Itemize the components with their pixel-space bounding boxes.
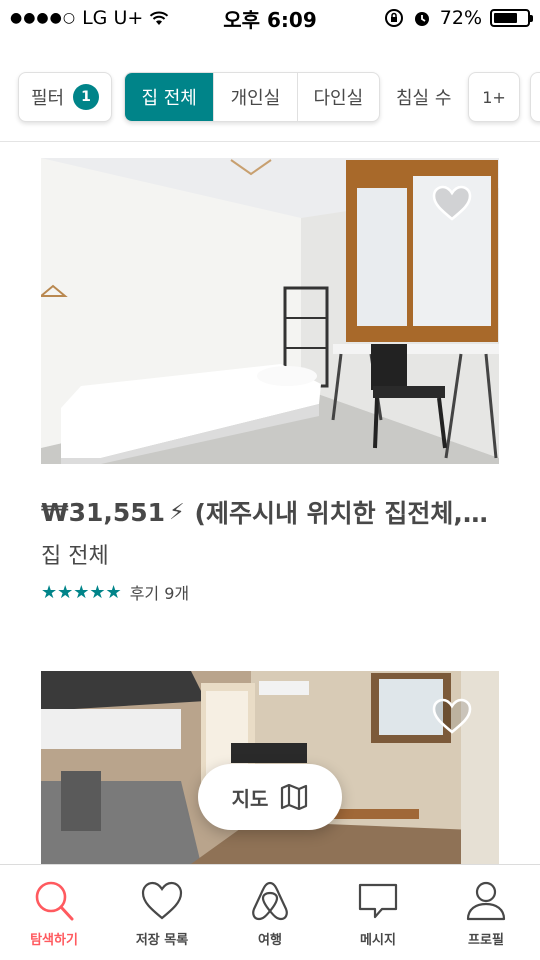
- bottom-tab-bar: 탐색하기 저장 목록 여행 메시지 프로필: [0, 864, 540, 960]
- tab-label: 프로필: [468, 933, 504, 948]
- listing-price: ₩31,551: [41, 497, 166, 527]
- instant-book-bolt-icon: ⚡: [169, 499, 185, 525]
- room-type-private-room[interactable]: 개인실: [214, 73, 298, 121]
- tab-explore[interactable]: 탐색하기: [0, 865, 108, 960]
- map-button-label: 지도: [231, 786, 269, 811]
- tab-label: 탐색하기: [30, 933, 78, 948]
- filter-label: 필터: [31, 88, 65, 109]
- carrier-label: LG U+: [82, 7, 144, 29]
- map-button[interactable]: 지도: [198, 764, 342, 830]
- filter-bar: 필터 1 집 전체 개인실 다인실 침실 수 1+: [0, 56, 540, 142]
- status-bar: ●●●●○ LG U+ 오후 6:09 72%: [0, 0, 540, 36]
- bedrooms-label: 침실 수: [396, 88, 452, 109]
- filter-button[interactable]: 필터 1: [18, 72, 112, 122]
- profile-icon: [466, 881, 506, 921]
- save-to-wishlist-heart-icon[interactable]: [431, 697, 473, 735]
- star-rating-icons: ★★★★★: [41, 581, 122, 603]
- filter-count-badge: 1: [73, 84, 99, 110]
- save-to-wishlist-heart-icon[interactable]: [431, 184, 473, 222]
- tab-trips[interactable]: 여행: [216, 865, 324, 960]
- tab-label: 메시지: [360, 933, 396, 948]
- listing-photo[interactable]: [41, 158, 499, 464]
- map-icon: [281, 784, 308, 810]
- alarm-icon: [414, 12, 429, 26]
- bedrooms-option-1plus[interactable]: 1+: [468, 72, 520, 122]
- tab-label: 저장 목록: [135, 933, 189, 948]
- tab-messages[interactable]: 메시지: [324, 865, 432, 960]
- bedrooms-option-next[interactable]: [530, 72, 540, 122]
- tab-label: 여행: [258, 933, 282, 948]
- room-type-entire-home[interactable]: 집 전체: [125, 73, 215, 121]
- signal-strength-icon: ●●●●○: [10, 10, 77, 26]
- battery-icon: [490, 9, 533, 27]
- room-type-segmented-control: 집 전체 개인실 다인실: [124, 72, 380, 122]
- room-type-shared-room[interactable]: 다인실: [298, 73, 379, 121]
- airbnb-logo-icon: [252, 881, 288, 921]
- listing-title-row[interactable]: ₩31,551 ⚡ (제주시내 위치한 집전체,…: [41, 494, 501, 530]
- review-count: 후기 9개: [129, 584, 190, 603]
- battery-fill: [494, 13, 518, 23]
- listing-title: (제주시내 위치한 집전체,…: [194, 499, 488, 528]
- tab-saved[interactable]: 저장 목록: [108, 865, 216, 960]
- message-icon: [358, 883, 398, 919]
- search-icon: [35, 881, 74, 921]
- listing-room-type: 집 전체: [41, 544, 109, 569]
- battery-percent: 72%: [439, 7, 482, 29]
- rotation-lock-icon: [384, 9, 403, 27]
- listing-rating: ★★★★★ 후기 9개: [41, 580, 189, 604]
- heart-icon: [141, 881, 183, 920]
- tab-profile[interactable]: 프로필: [432, 865, 540, 960]
- wifi-icon: [150, 11, 169, 25]
